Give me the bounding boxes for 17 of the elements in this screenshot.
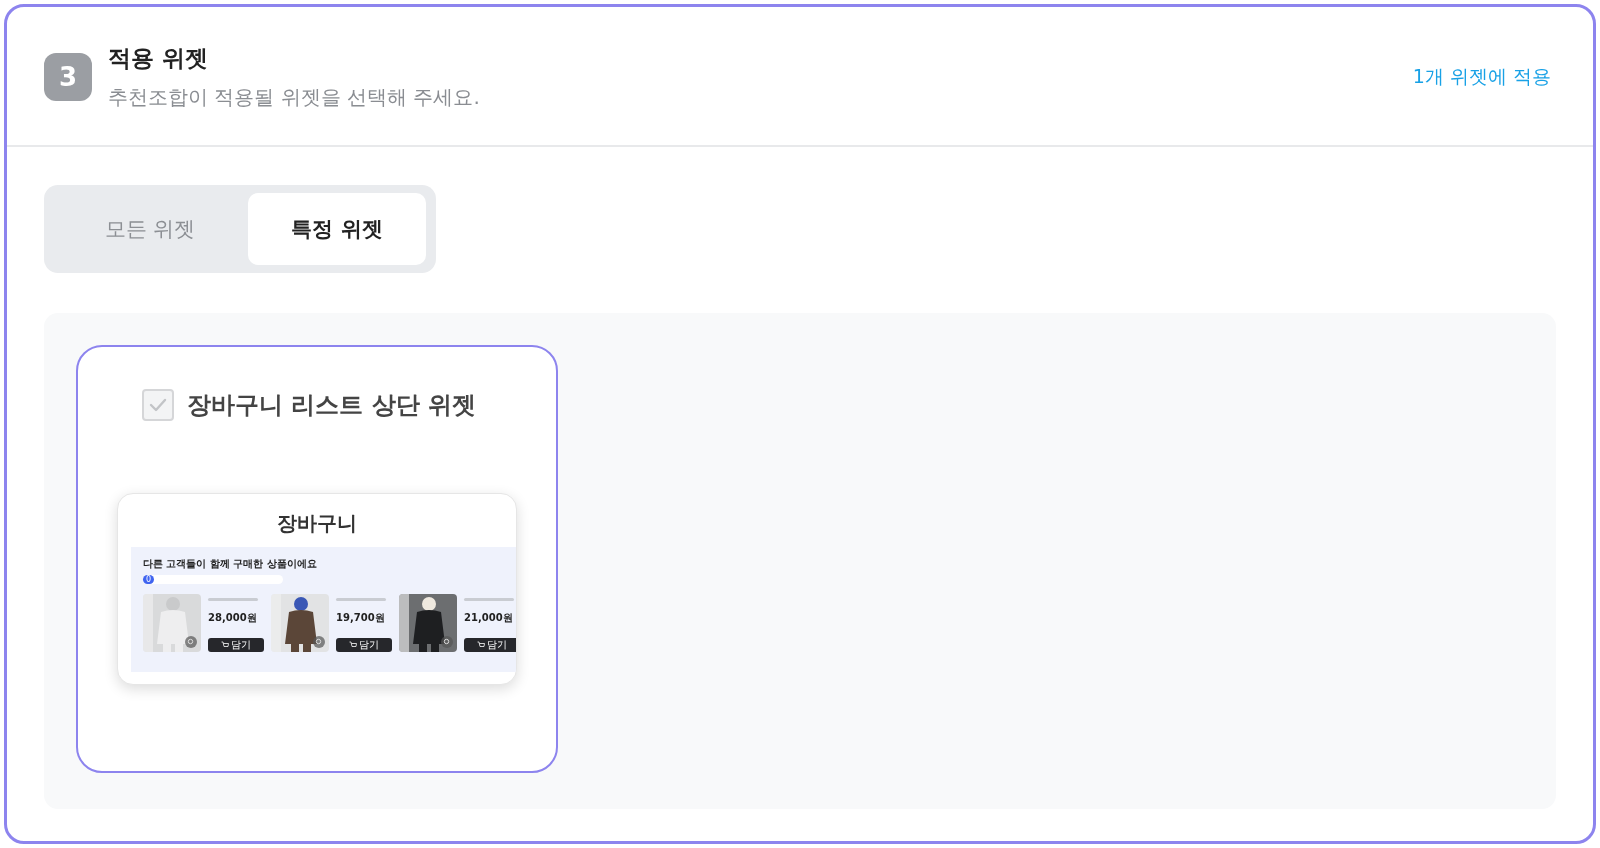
step-badge: 3 (44, 53, 92, 101)
product-name-line (208, 598, 258, 601)
widget-label: 장바구니 리스트 상단 위젯 (186, 390, 477, 421)
product-price: 19,700원 (336, 611, 386, 625)
product-price: 28,000원 (208, 611, 258, 625)
progress-fill: 0 (143, 575, 155, 584)
product-name-line (464, 598, 514, 601)
product-name-line (336, 598, 386, 601)
cart-icon (221, 641, 229, 649)
section-title: 적용 위젯 (108, 44, 209, 73)
cart-icon (477, 641, 485, 649)
section-description: 추천조합이 적용될 위젯을 선택해 주세요. (108, 84, 481, 111)
scope-tab[interactable]: 특정 위젯 (248, 193, 426, 265)
product-price: 21,000원 (464, 611, 514, 625)
cart-icon (349, 641, 357, 649)
preview-title: 장바구니 (276, 510, 358, 537)
recommendation-heading: 다른 고객들이 함께 구매한 상품이에요 (143, 557, 318, 571)
